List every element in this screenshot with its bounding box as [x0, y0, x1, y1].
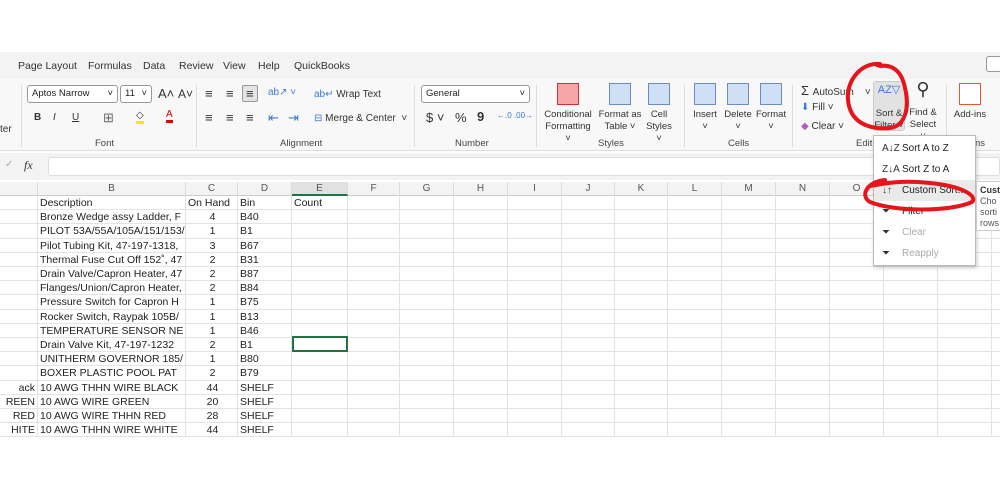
- red-ellipse-custom-sort: [863, 178, 976, 212]
- red-circle-sort-filter: [845, 61, 909, 131]
- annotation-layer: [845, 61, 976, 212]
